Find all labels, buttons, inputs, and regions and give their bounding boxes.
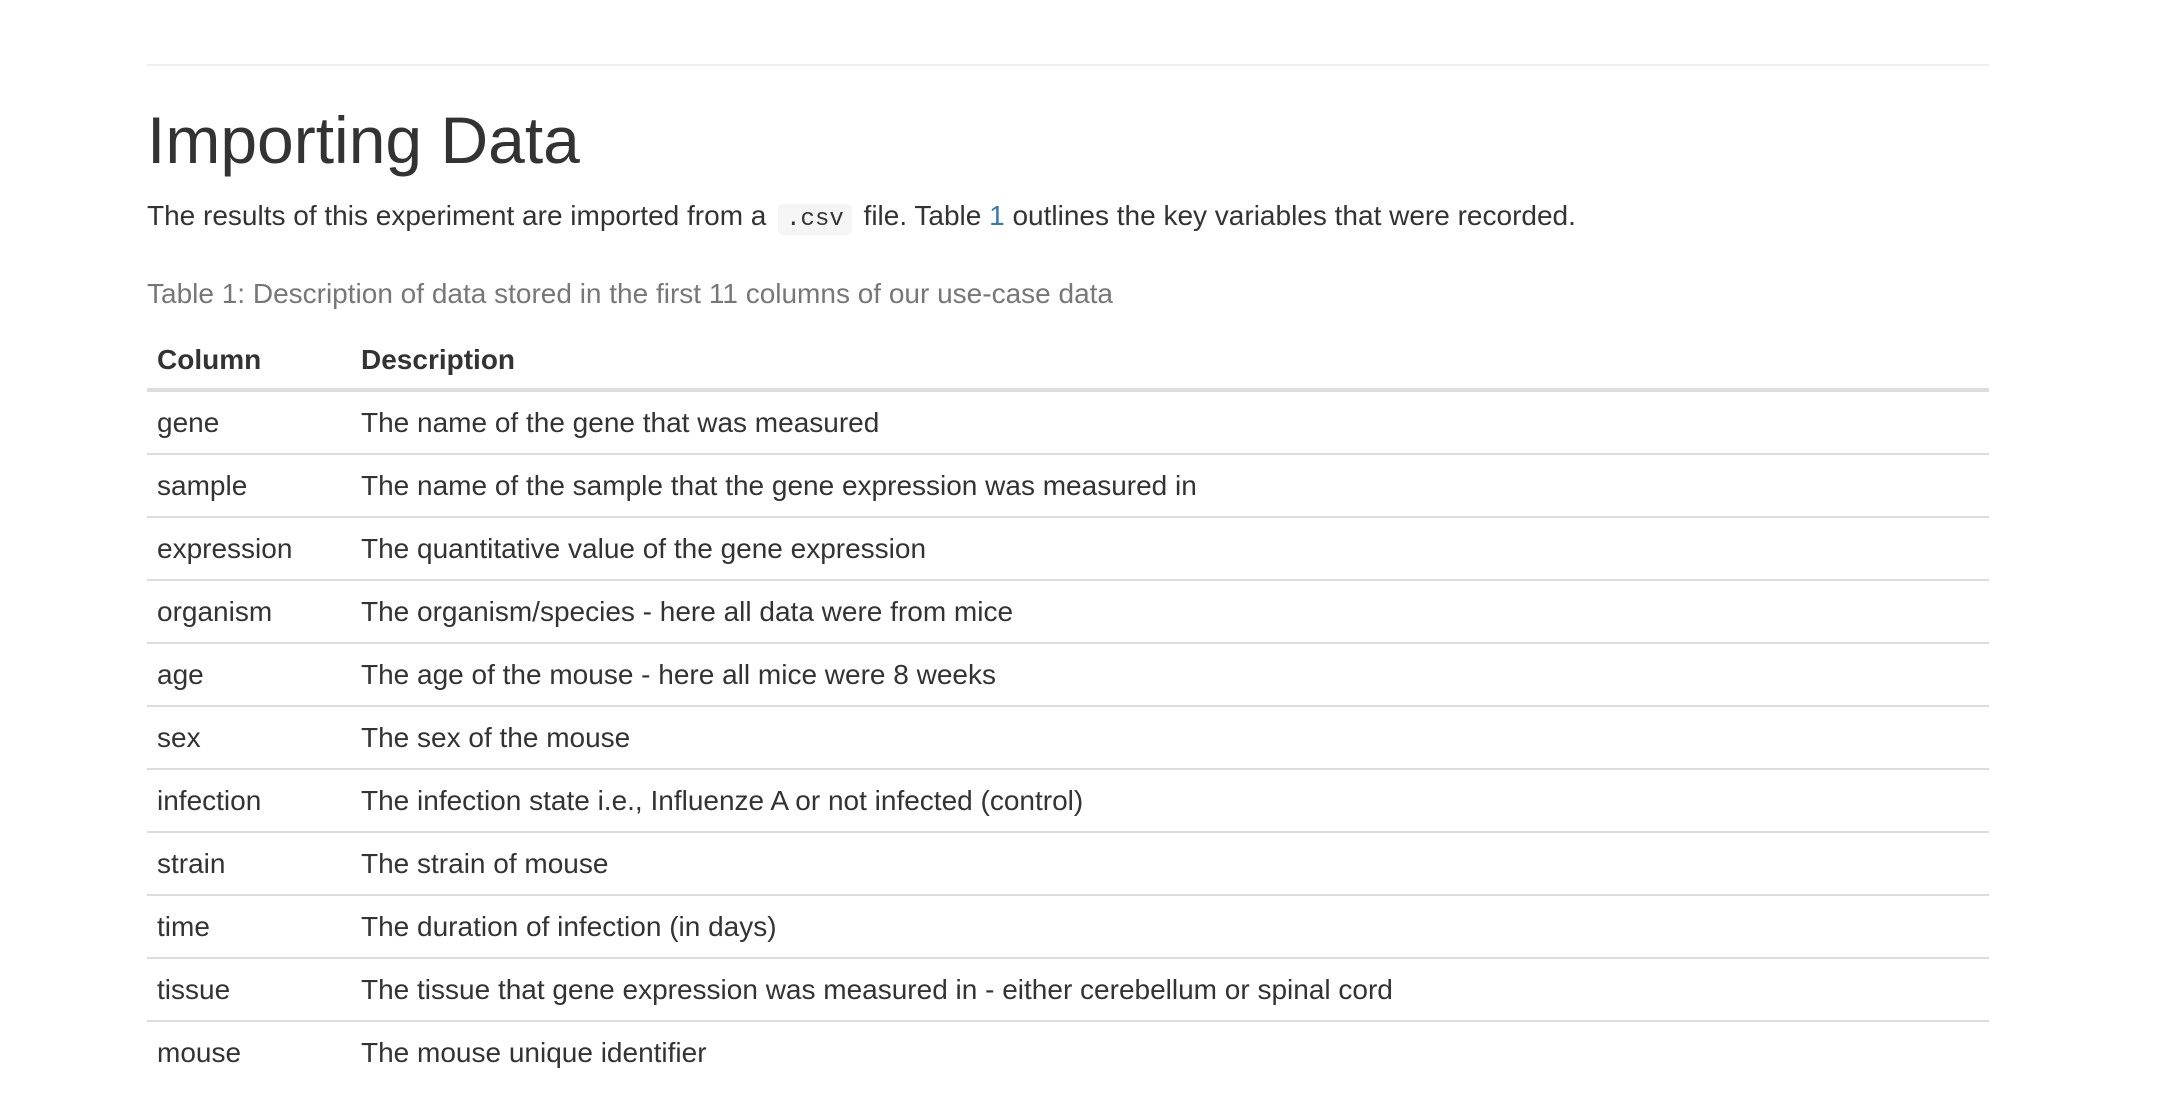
cell-description: The mouse unique identifier	[351, 1020, 1989, 1083]
cell-description: The age of the mouse - here all mice wer…	[351, 642, 1989, 706]
table-row: expression The quantitative value of the…	[147, 516, 1989, 580]
cell-column-name: strain	[147, 831, 351, 895]
intro-text-start: The results of this experiment are impor…	[147, 200, 775, 231]
cell-column-name: sex	[147, 705, 351, 769]
intro-text-middle: file. Table	[855, 200, 990, 231]
cell-description: The tissue that gene expression was meas…	[351, 957, 1989, 1021]
cell-description: The strain of mouse	[351, 831, 1989, 895]
table-row: tissue The tissue that gene expression w…	[147, 957, 1989, 1021]
header-column: Column	[147, 332, 351, 392]
variables-table: Column Description gene The name of the …	[147, 332, 1989, 1083]
cell-column-name: mouse	[147, 1020, 351, 1083]
cell-column-name: age	[147, 642, 351, 706]
table-row: sex The sex of the mouse	[147, 705, 1989, 769]
cell-description: The infection state i.e., Influenze A or…	[351, 768, 1989, 832]
cell-column-name: tissue	[147, 957, 351, 1021]
table-row: gene The name of the gene that was measu…	[147, 390, 1989, 454]
page-title: Importing Data	[147, 103, 580, 177]
table-row: organism The organism/species - here all…	[147, 579, 1989, 643]
cell-description: The sex of the mouse	[351, 705, 1989, 769]
cell-column-name: time	[147, 894, 351, 958]
cell-column-name: gene	[157, 406, 220, 438]
table-row: strain The strain of mouse	[147, 831, 1989, 895]
table-header-row: Column Description	[147, 332, 1989, 392]
cell-description: The name of the sample that the gene exp…	[351, 453, 1989, 517]
intro-paragraph: The results of this experiment are impor…	[147, 196, 1576, 240]
inline-code-csv: .csv	[778, 204, 852, 235]
table-row: age The age of the mouse - here all mice…	[147, 642, 1989, 706]
intro-text-end: outlines the key variables that were rec…	[1004, 200, 1576, 231]
table-row: time The duration of infection (in days)	[147, 894, 1989, 958]
cell-column-name: expression	[147, 516, 351, 580]
table-row: infection The infection state i.e., Infl…	[147, 768, 1989, 832]
table-row: mouse The mouse unique identifier	[147, 1020, 1989, 1083]
cell-description: The duration of infection (in days)	[351, 894, 1989, 958]
table-reference-link[interactable]: 1	[989, 200, 1005, 231]
table-caption: Table 1: Description of data stored in t…	[147, 278, 1113, 309]
cell-description: The name of the gene that was measured	[361, 406, 880, 438]
header-description: Description	[351, 332, 1989, 392]
top-divider	[147, 64, 1989, 66]
cell-description: The organism/species - here all data wer…	[351, 579, 1989, 643]
cell-column-name: organism	[147, 579, 351, 643]
table-row: sample The name of the sample that the g…	[147, 453, 1989, 517]
cell-column-name: infection	[147, 768, 351, 832]
cell-column-name: sample	[147, 453, 351, 517]
cell-description: The quantitative value of the gene expre…	[351, 516, 1989, 580]
